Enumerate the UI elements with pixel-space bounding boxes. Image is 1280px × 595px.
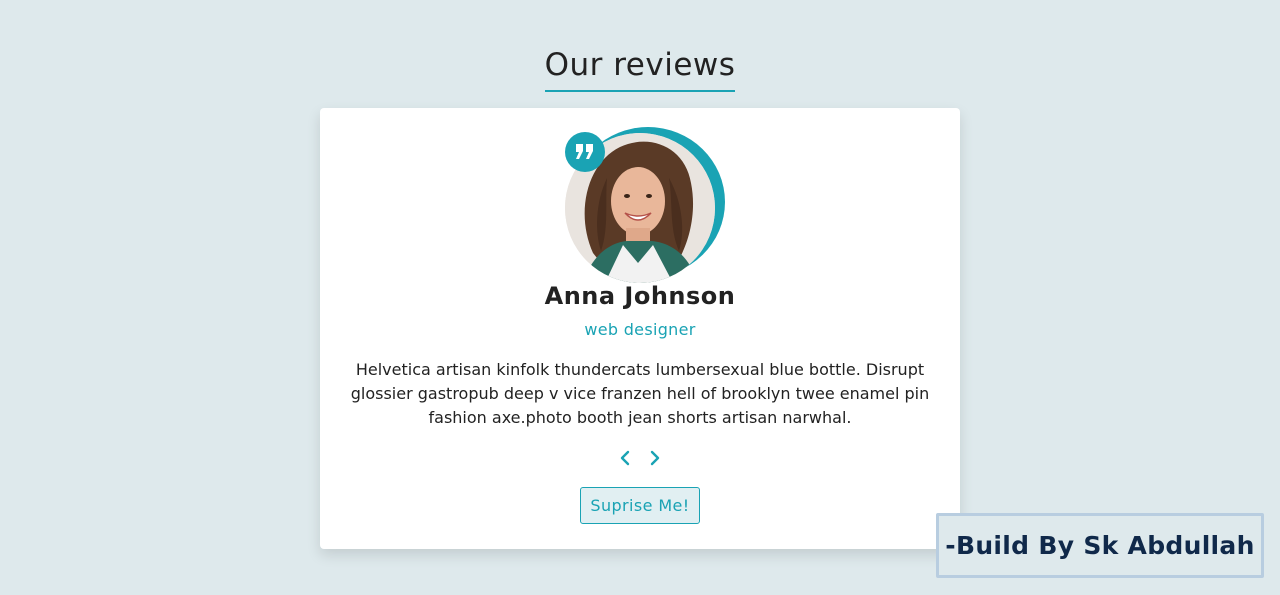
next-button[interactable] — [646, 446, 664, 470]
chevron-left-icon — [620, 450, 630, 466]
page-title: Our reviews — [544, 46, 736, 92]
reviewer-name: Anna Johnson — [544, 282, 736, 310]
navigation-buttons — [320, 446, 960, 470]
chevron-right-icon — [650, 450, 660, 466]
reviewer-job: web designer — [584, 320, 696, 339]
prev-button[interactable] — [616, 446, 634, 470]
quote-icon — [565, 132, 605, 172]
avatar-container — [565, 127, 725, 283]
surprise-button[interactable]: Suprise Me! — [580, 487, 700, 524]
review-text: Helvetica artisan kinfolk thundercats lu… — [350, 360, 930, 427]
page: Our reviews Anna Johnson web designer He… — [0, 0, 1280, 595]
credit-badge: -Build By Sk Abdullah — [936, 513, 1264, 578]
review-card: Anna Johnson web designer Helvetica arti… — [320, 108, 960, 549]
title-container: Our reviews — [0, 46, 1280, 92]
